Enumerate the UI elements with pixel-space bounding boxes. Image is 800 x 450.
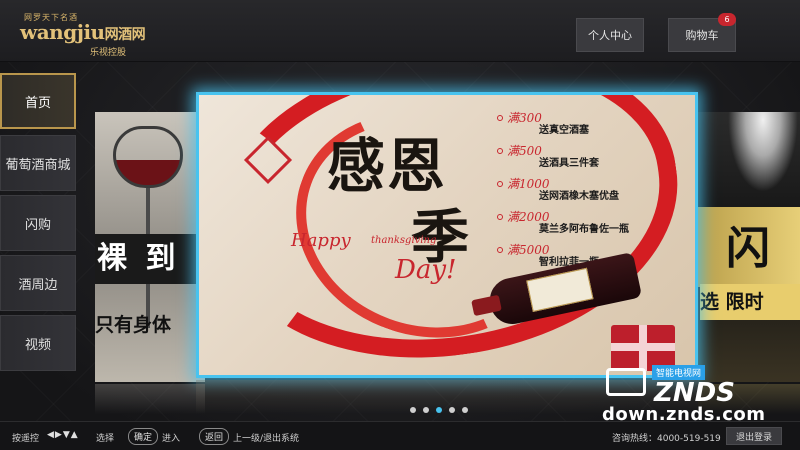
direction-arrows-icon: ◀▶▼▲ xyxy=(47,430,79,440)
sidebar-item-video[interactable]: 视频 xyxy=(0,315,76,371)
wine-glass-image xyxy=(113,126,183,188)
banner-happy-text: Happy xyxy=(291,230,351,251)
banner-left-subline: 只有身体 xyxy=(95,314,172,336)
banner-left[interactable]: 裸 到 只有身体 xyxy=(95,112,205,382)
banner-left-headline: 裸 到 xyxy=(95,234,205,284)
promo-gift: 莫兰多阿布鲁佐一瓶 xyxy=(539,224,629,235)
sidebar-item-wine-mall[interactable]: 葡萄酒商城 xyxy=(0,135,76,191)
znds-watermark: 智能电视网 ZNDS down.znds.com xyxy=(596,360,800,425)
promo-list: 满300 送真空酒塞 满500 送酒具三件套 满1000 送网酒橡木塞优盘 满2… xyxy=(497,109,695,274)
bottle-label xyxy=(526,267,594,312)
banner-right-big-char: 闪 xyxy=(726,223,770,274)
bullet-icon xyxy=(497,115,503,121)
ok-key-badge: 确定 xyxy=(128,428,159,445)
logo-wordmark: wangjiu网酒网 xyxy=(20,20,146,44)
footer-help-bar: 按遥控 ◀▶▼▲ 选择 确定 进入 返回 上一级/退出系统 咨询热线：4000-… xyxy=(0,421,800,450)
back-key-badge: 返回 xyxy=(199,428,230,445)
sidebar-item-flash-sale[interactable]: 闪购 xyxy=(0,195,76,251)
footer-hotline: 咨询热线：4000-519-519 xyxy=(612,434,721,444)
promo-amount: 满300 xyxy=(507,111,542,125)
user-center-button[interactable]: 个人中心 xyxy=(576,18,644,52)
bullet-icon xyxy=(497,148,503,154)
bullet-icon xyxy=(497,214,503,220)
carousel-dot[interactable] xyxy=(410,407,416,413)
banner-thanksgiving-text: thanksgiving xyxy=(371,235,437,246)
cart-count-badge: 6 xyxy=(718,13,736,26)
tv-icon xyxy=(606,368,646,396)
top-header: 网罗天下名酒 wangjiu网酒网 乐视控股 个人中心 购物车 6 xyxy=(0,0,800,62)
carousel-dot[interactable] xyxy=(462,407,468,413)
bullet-icon xyxy=(497,181,503,187)
logo-subtitle: 乐视控股 xyxy=(90,48,127,58)
promo-item: 满2000 莫兰多阿布鲁佐一瓶 xyxy=(497,208,695,241)
logout-button[interactable]: 退出登录 xyxy=(726,427,782,445)
banner-left-reflection xyxy=(95,384,205,414)
promo-gift: 送酒具三件套 xyxy=(539,158,599,169)
banner-right[interactable]: 闪 选 限时 xyxy=(698,112,800,382)
banner-main-thanksgiving[interactable]: 感恩 季 Happy thanksgiving Day! 满300 送真空酒塞 … xyxy=(196,92,698,378)
banner-day-text: Day! xyxy=(395,255,457,285)
bullet-icon xyxy=(497,247,503,253)
promo-item: 满500 送酒具三件套 xyxy=(497,142,695,175)
promo-item: 满300 送真空酒塞 xyxy=(497,109,695,142)
promo-amount: 满500 xyxy=(507,144,542,158)
wangjiu-logo: 网罗天下名酒 wangjiu网酒网 乐视控股 xyxy=(20,12,150,58)
carousel-dot[interactable] xyxy=(449,407,455,413)
champagne-splash-image xyxy=(728,112,798,192)
cart-button-label: 购物车 xyxy=(685,29,719,42)
footer-remote-label: 按遥控 xyxy=(12,434,40,444)
footer-back-label: 上一级/退出系统 xyxy=(233,434,300,444)
footer-enter-label: 进入 xyxy=(162,434,181,444)
footer-select-label: 选择 xyxy=(96,434,115,444)
carousel-dot[interactable] xyxy=(423,407,429,413)
carousel-pagination xyxy=(410,407,468,413)
promo-gift: 送网酒橡木塞优盘 xyxy=(539,191,619,202)
promo-gift: 送真空酒塞 xyxy=(539,125,589,136)
sidebar-item-home[interactable]: 首页 xyxy=(0,73,76,129)
banner-right-text: 选 限时 xyxy=(700,284,800,320)
cart-button[interactable]: 购物车 6 xyxy=(668,13,736,52)
sidebar-item-accessories[interactable]: 酒周边 xyxy=(0,255,76,311)
carousel-dot[interactable] xyxy=(436,407,442,413)
promo-item: 满1000 送网酒橡木塞优盘 xyxy=(497,175,695,208)
